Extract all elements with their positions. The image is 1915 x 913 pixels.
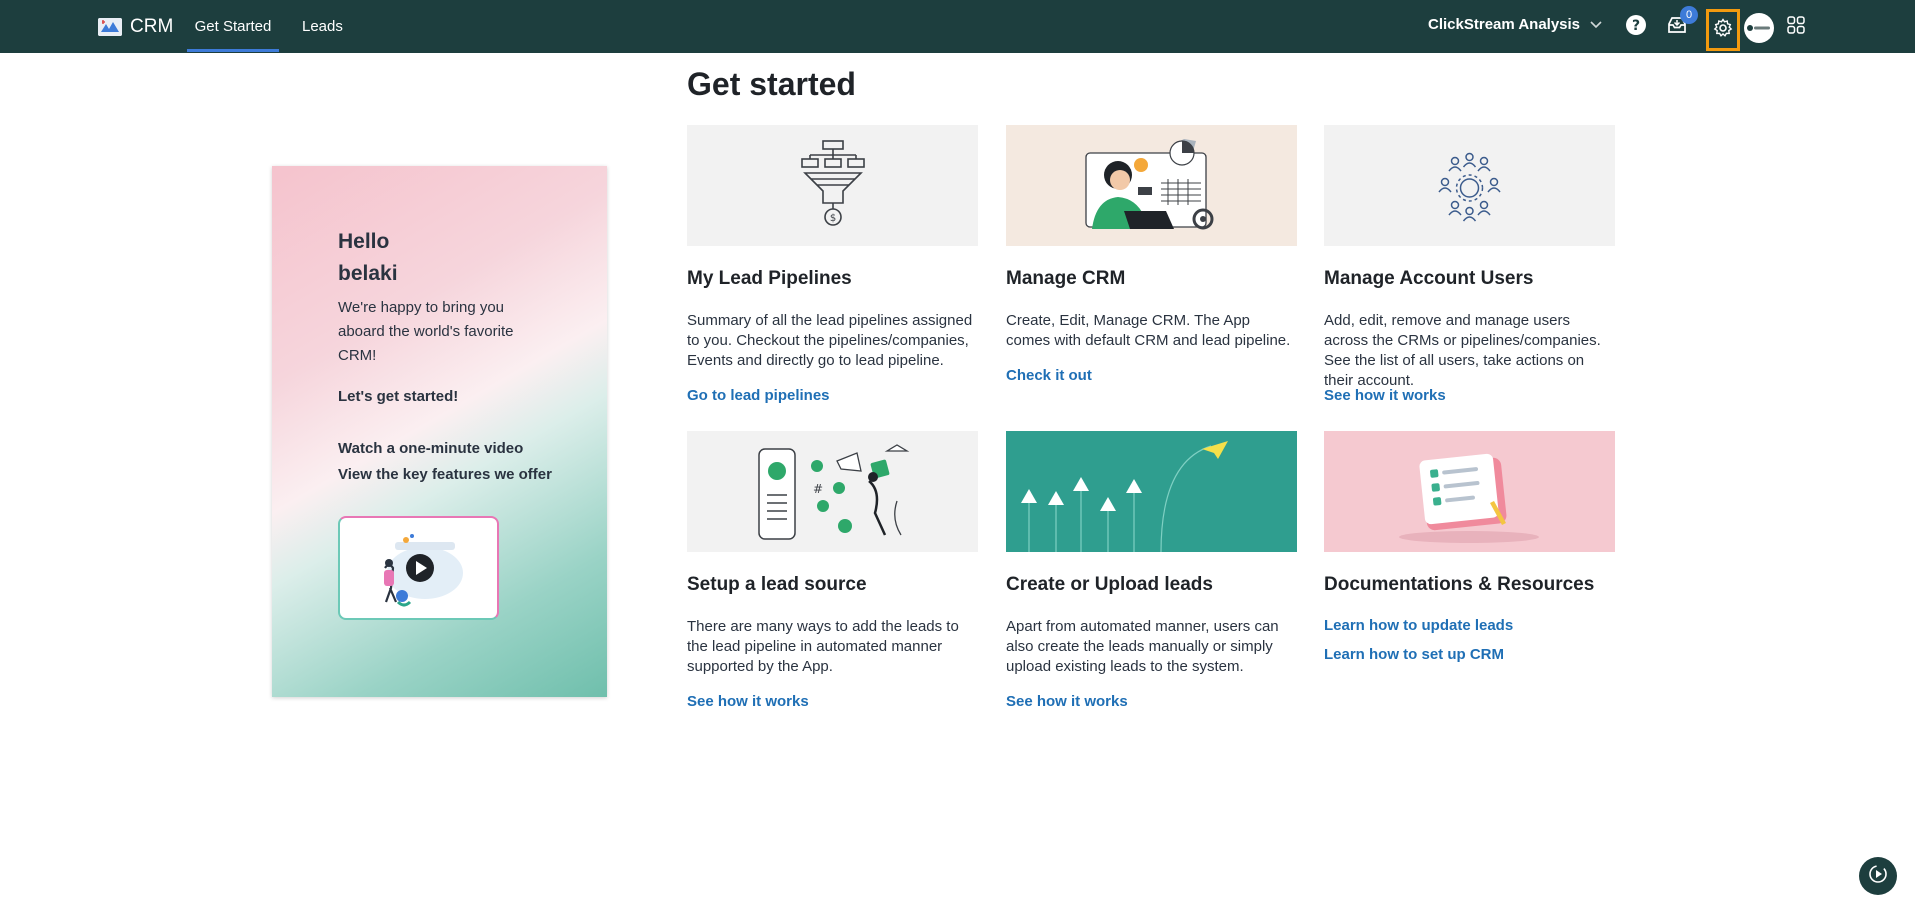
org-switcher-dropdown[interactable]: ClickStream Analysis — [1428, 16, 1602, 33]
svg-text:$: $ — [830, 213, 836, 224]
card-documentations-resources: Documentations & Resources Learn how to … — [1324, 431, 1615, 663]
learn-setup-crm-link[interactable]: Learn how to set up CRM — [1324, 646, 1504, 663]
card-description: There are many ways to add the leads to … — [687, 618, 959, 675]
account-users-illustration — [1324, 125, 1615, 246]
tour-button[interactable] — [1859, 857, 1897, 895]
card-title: Documentations & Resources — [1324, 574, 1595, 595]
learn-update-leads-link[interactable]: Learn how to update leads — [1324, 617, 1513, 634]
settings-button[interactable] — [1706, 9, 1740, 51]
brand[interactable]: CRM — [98, 14, 173, 40]
welcome-greeting: Hello belaki — [338, 226, 398, 290]
help-button[interactable]: ? — [1622, 13, 1650, 41]
card-my-lead-pipelines: $ My Lead Pipelines Summary of all the l… — [687, 125, 978, 404]
card-manage-account-users: Manage Account Users Add, edit, remove a… — [1324, 125, 1615, 404]
see-how-it-works-link[interactable]: See how it works — [1324, 387, 1446, 404]
card-manage-crm: Manage CRM Create, Edit, Manage CRM. The… — [1006, 125, 1297, 384]
video-thumbnail[interactable] — [338, 516, 499, 620]
card-description: Summary of all the lead pipelines assign… — [687, 312, 973, 369]
watch-video-link[interactable]: Watch a one-minute video — [338, 440, 523, 457]
card-title: My Lead Pipelines — [687, 268, 852, 289]
top-navigation-bar: CRM Get Started Leads ClickStream Analys… — [0, 0, 1915, 53]
crm-logo-icon — [98, 18, 122, 36]
card-title: Create or Upload leads — [1006, 574, 1213, 595]
card-description: Create, Edit, Manage CRM. The App comes … — [1006, 312, 1291, 349]
lead-funnel-illustration: $ — [687, 125, 978, 246]
view-features-link[interactable]: View the key features we offer — [338, 466, 552, 483]
manage-crm-illustration — [1006, 125, 1297, 246]
apps-grid-icon — [1787, 15, 1805, 39]
inbox-count-badge: 0 — [1680, 6, 1698, 24]
brand-name: CRM — [130, 16, 174, 37]
help-icon: ? — [1625, 14, 1647, 41]
greeting-hello: Hello — [338, 230, 390, 253]
gear-icon — [1713, 17, 1733, 43]
lead-source-illustration: # — [687, 431, 978, 552]
documentation-illustration — [1324, 431, 1615, 552]
see-how-it-works-link[interactable]: See how it works — [687, 693, 809, 710]
card-create-upload-leads: Create or Upload leads Apart from automa… — [1006, 431, 1297, 710]
upload-leads-illustration — [1006, 431, 1297, 552]
page-title: Get started — [687, 66, 856, 102]
svg-text:#: # — [813, 482, 823, 496]
apps-button[interactable] — [1782, 13, 1810, 41]
play-tour-icon — [1867, 863, 1889, 890]
welcome-card: Hello belaki We're happy to bring you ab… — [272, 166, 607, 697]
welcome-message: We're happy to bring you aboard the worl… — [338, 299, 514, 364]
org-name: ClickStream Analysis — [1428, 16, 1581, 33]
check-it-out-link[interactable]: Check it out — [1006, 367, 1092, 384]
tab-leads[interactable]: Leads — [302, 0, 343, 53]
tab-get-started[interactable]: Get Started — [187, 0, 279, 53]
go-to-lead-pipelines-link[interactable]: Go to lead pipelines — [687, 387, 830, 404]
card-description: Apart from automated manner, users can a… — [1006, 618, 1279, 675]
see-how-it-works-link[interactable]: See how it works — [1006, 693, 1128, 710]
card-setup-lead-source: # Setup a lead source There are many way… — [687, 431, 978, 710]
avatar[interactable] — [1744, 13, 1774, 43]
lets-get-started-text: Let's get started! — [338, 388, 459, 405]
card-title: Setup a lead source — [687, 574, 867, 595]
card-title: Manage Account Users — [1324, 268, 1534, 289]
greeting-user-name: belaki — [338, 262, 398, 285]
card-description: Add, edit, remove and manage users acros… — [1324, 312, 1601, 389]
svg-text:?: ? — [1632, 18, 1640, 34]
card-title: Manage CRM — [1006, 268, 1126, 289]
chevron-down-icon — [1590, 16, 1602, 33]
